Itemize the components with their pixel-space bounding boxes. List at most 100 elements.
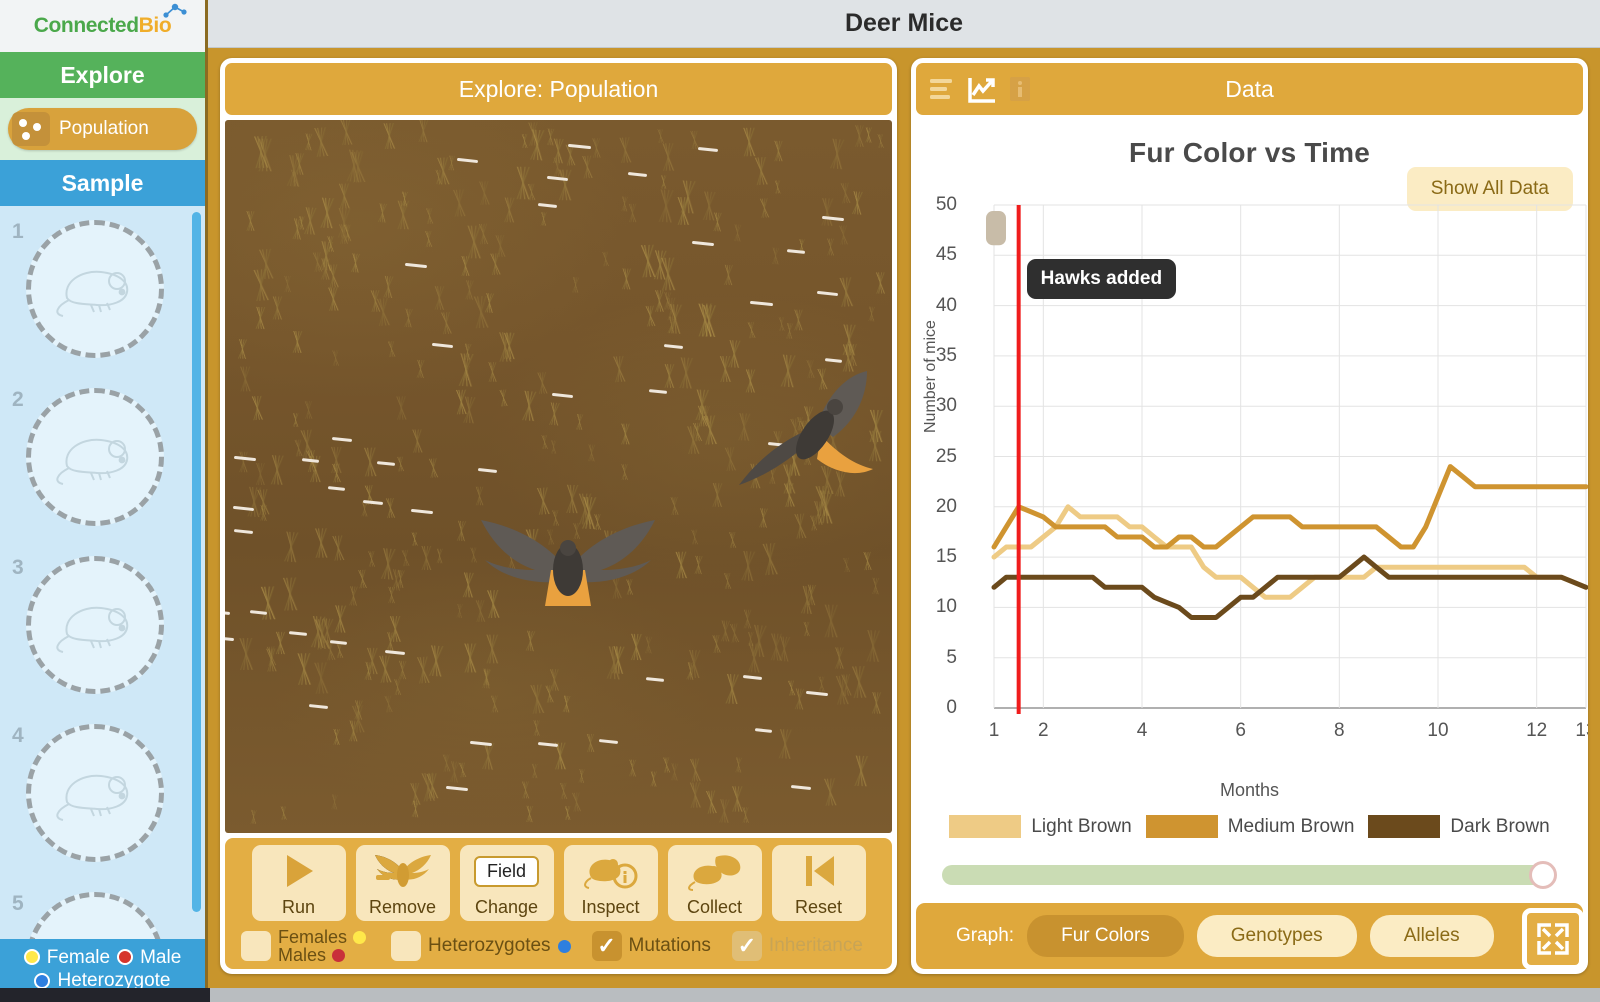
grass-tuft xyxy=(339,585,370,607)
sample-slot[interactable]: 1 xyxy=(0,214,205,382)
panel-container: Explore: Population Run Remove Field Cha… xyxy=(208,48,1600,988)
sample-slot-placeholder xyxy=(26,892,164,939)
mouse-sprite[interactable] xyxy=(289,622,333,642)
graph-button-alleles[interactable]: Alleles xyxy=(1369,915,1494,957)
sample-slot[interactable]: 2 xyxy=(0,382,205,550)
grass-tuft xyxy=(762,247,790,266)
change-environment-button[interactable]: Field Change xyxy=(459,845,554,921)
mouse-sprite[interactable] xyxy=(405,252,460,277)
hawk-sprite[interactable] xyxy=(463,510,673,630)
mouse-sprite[interactable] xyxy=(308,695,354,716)
mouse-sprite[interactable] xyxy=(649,380,693,400)
slider-track[interactable] xyxy=(942,865,1543,885)
mouse-sprite[interactable] xyxy=(456,147,508,171)
mouse-outline-icon xyxy=(56,774,129,821)
mouse-sprite[interactable] xyxy=(225,625,265,649)
sidebar-section-sample[interactable]: Sample xyxy=(0,160,205,206)
mouse-sprite[interactable] xyxy=(331,427,382,450)
grass-tuft xyxy=(421,286,459,311)
mouse-sprite[interactable] xyxy=(384,640,435,663)
sample-scrollbar[interactable] xyxy=(192,212,201,912)
grass-tuft xyxy=(360,550,385,568)
females-males-checkbox[interactable] xyxy=(241,931,271,961)
mouse-sprite[interactable] xyxy=(410,498,464,522)
grass-tuft xyxy=(864,271,892,294)
mouse-sprite[interactable] xyxy=(754,720,797,739)
explore-panel: Explore: Population Run Remove Field Cha… xyxy=(220,58,897,974)
mouse-sprite[interactable] xyxy=(646,668,690,688)
grass-tuft xyxy=(273,805,295,820)
inheritance-checkbox[interactable]: ✓ xyxy=(731,931,762,961)
mouse-sprite[interactable] xyxy=(551,382,603,406)
sample-slot-placeholder xyxy=(26,556,164,694)
population-field[interactable] xyxy=(225,120,892,833)
grass-tuft xyxy=(298,527,345,559)
fullscreen-button[interactable] xyxy=(1522,908,1584,970)
female-label: Female xyxy=(46,946,111,968)
mouse-sprite[interactable] xyxy=(302,450,343,469)
mouse-sprite[interactable] xyxy=(697,137,746,159)
grass-tuft xyxy=(613,464,638,481)
sample-slot[interactable]: 3 xyxy=(0,550,205,718)
mouse-sprite[interactable] xyxy=(470,730,525,755)
slider-knob[interactable] xyxy=(1529,861,1557,889)
grass-tuft xyxy=(551,484,596,514)
mouse-sprite[interactable] xyxy=(822,205,877,230)
mouse-sprite[interactable] xyxy=(790,775,839,797)
info-icon[interactable] xyxy=(1008,76,1034,102)
sample-slot[interactable]: 5 xyxy=(0,886,205,939)
mouse-sprite[interactable] xyxy=(478,458,525,480)
mouse-sprite[interactable] xyxy=(805,680,859,704)
sample-slot[interactable]: 4 xyxy=(0,718,205,886)
mouse-sprite[interactable] xyxy=(232,495,284,519)
legend-label: Light Brown xyxy=(1031,815,1132,837)
mouse-sprite[interactable] xyxy=(749,290,806,316)
mouse-sprite[interactable] xyxy=(431,332,483,356)
grass-tuft xyxy=(243,809,266,825)
grass-tuft xyxy=(725,549,774,583)
mouse-sprite[interactable] xyxy=(663,335,709,356)
grass-tuft xyxy=(393,549,420,568)
mouse-sprite[interactable] xyxy=(329,632,372,651)
mouse-sprite[interactable] xyxy=(546,165,598,189)
grass-tuft xyxy=(551,782,578,800)
inspect-button[interactable]: Inspect xyxy=(563,845,658,921)
mutations-checkbox[interactable]: ✓ xyxy=(591,931,622,961)
reset-button[interactable]: Reset xyxy=(771,845,866,921)
chart-view-icon[interactable] xyxy=(968,76,995,103)
sidebar-section-explore[interactable]: Explore xyxy=(0,52,205,98)
mouse-sprite[interactable] xyxy=(445,775,499,799)
mouse-sprite[interactable] xyxy=(537,732,586,754)
mouse-sprite[interactable] xyxy=(377,452,421,472)
mouse-sprite[interactable] xyxy=(816,280,868,304)
mouse-sprite[interactable] xyxy=(567,133,624,159)
x-axis-label: Months xyxy=(1219,780,1280,800)
mouse-sprite[interactable] xyxy=(598,730,644,751)
grass-tuft xyxy=(442,389,482,416)
run-button[interactable]: Run xyxy=(251,845,346,921)
mouse-sprite[interactable] xyxy=(628,162,675,184)
mouse-sprite[interactable] xyxy=(538,193,585,215)
graph-button-fur-colors[interactable]: Fur Colors xyxy=(1027,915,1184,957)
heterozygote-dot xyxy=(557,939,571,953)
mouse-sprite[interactable] xyxy=(743,665,790,687)
remove-button[interactable]: Remove xyxy=(355,845,450,921)
mouse-sprite[interactable] xyxy=(327,478,370,497)
hawk-sprite[interactable] xyxy=(717,365,887,535)
graph-button-genotypes[interactable]: Genotypes xyxy=(1196,915,1357,957)
mouse-sprite[interactable] xyxy=(233,445,287,469)
collect-button[interactable]: Collect xyxy=(667,845,762,921)
mouse-sprite[interactable] xyxy=(249,602,292,621)
mouse-outline-icon xyxy=(56,438,129,485)
plot-area[interactable]: Number of mice 0 5 10 15 20 25 30 35 40 45 50 1246… xyxy=(916,193,1588,768)
grass-tuft xyxy=(778,322,803,340)
mouse-sprite[interactable] xyxy=(787,240,831,260)
heterozygotes-checkbox[interactable] xyxy=(391,931,422,961)
mouse-sprite[interactable] xyxy=(362,490,411,512)
list-view-icon[interactable] xyxy=(928,76,954,102)
mouse-sprite[interactable] xyxy=(691,230,745,254)
time-slider[interactable] xyxy=(942,860,1557,890)
mouse-sprite[interactable] xyxy=(233,520,279,541)
sidebar-item-population[interactable]: Population xyxy=(8,108,197,150)
grass-tuft xyxy=(375,616,416,643)
